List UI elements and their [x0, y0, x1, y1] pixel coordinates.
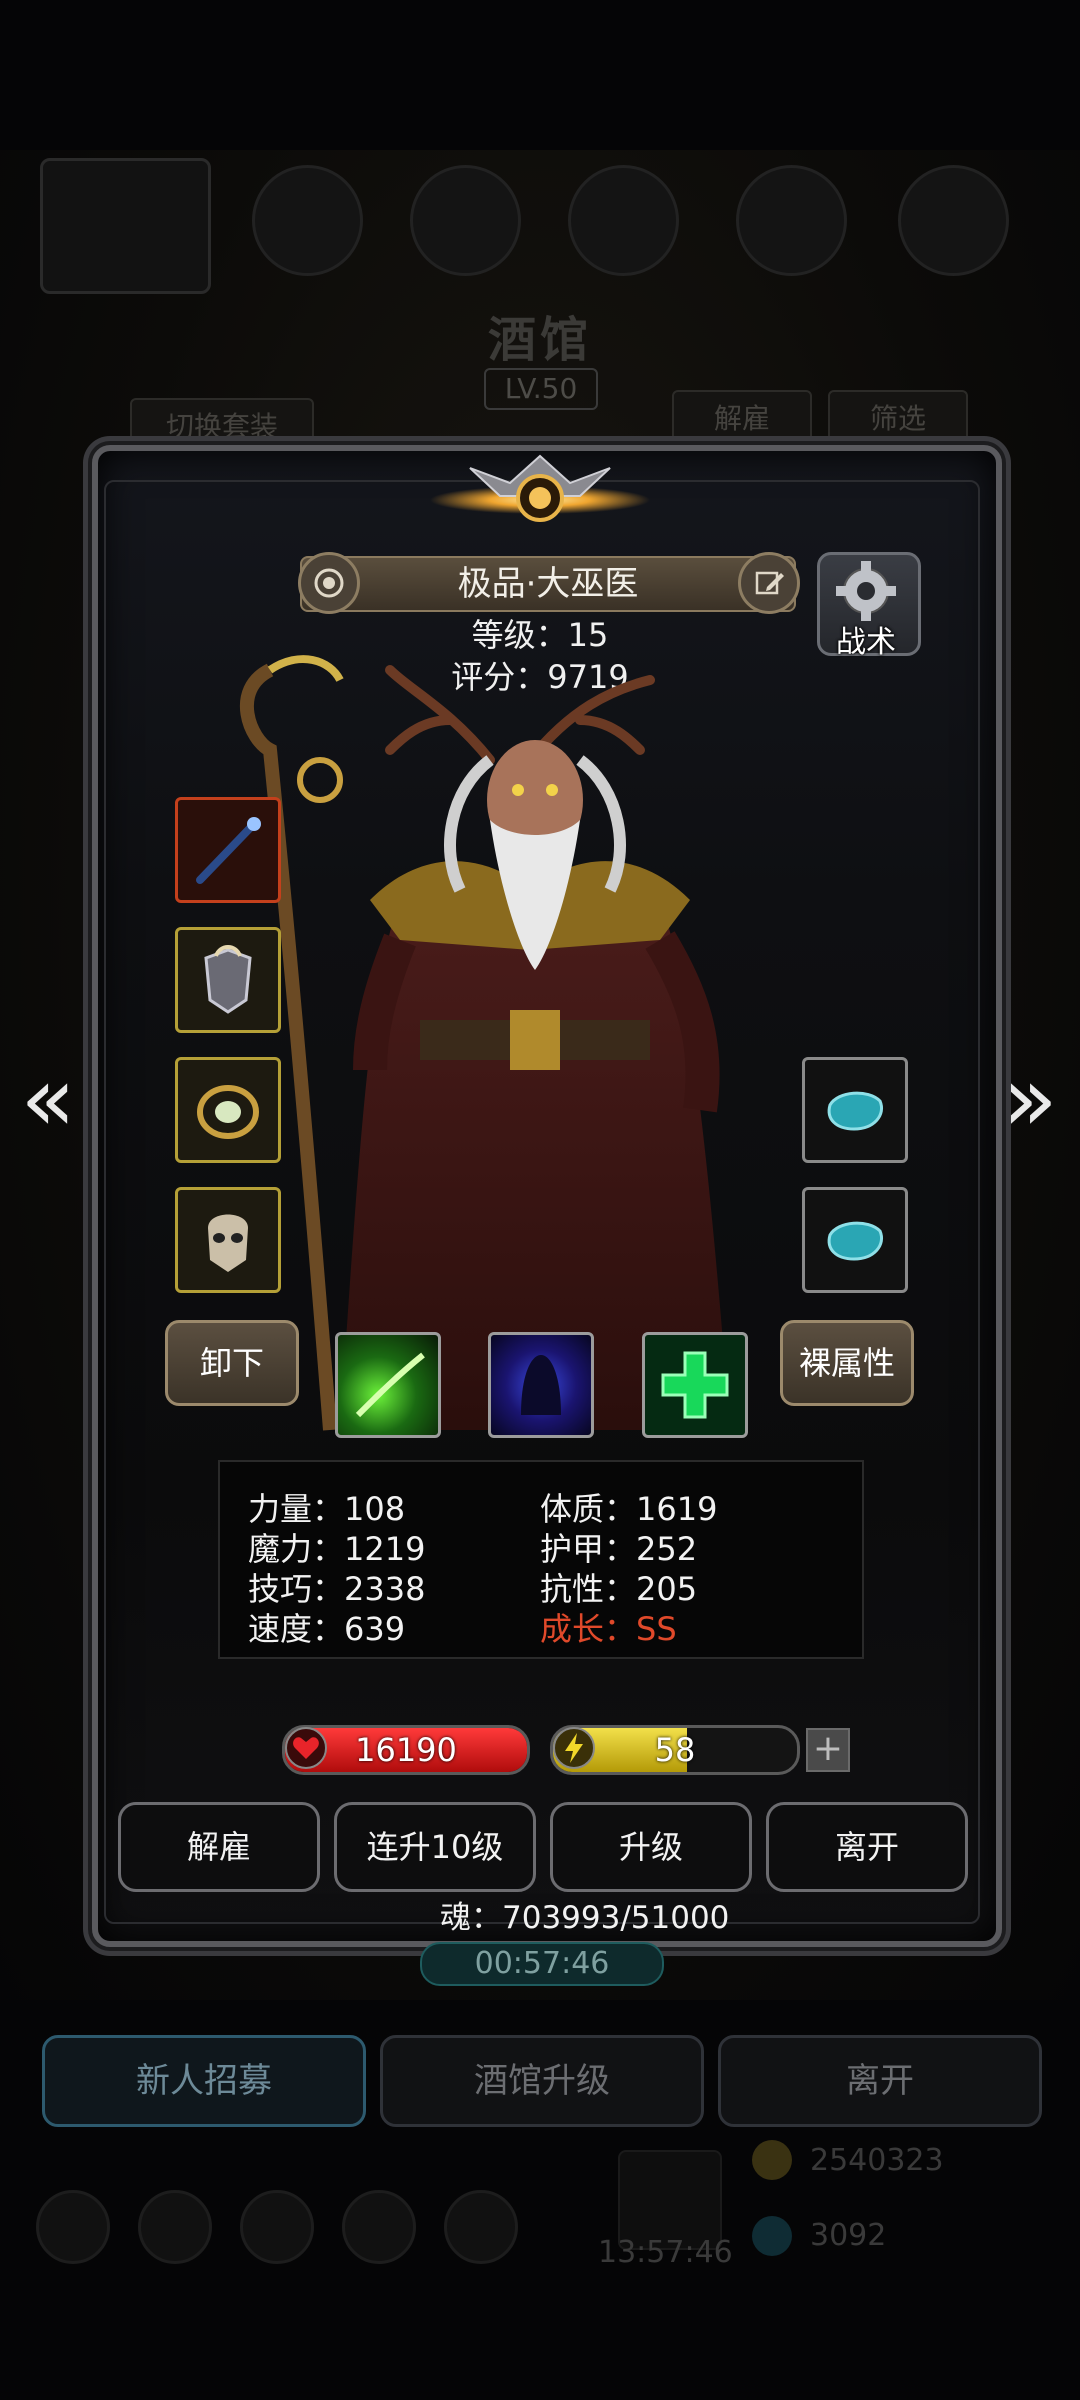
level-up-10-button[interactable]: 连升10级 [334, 1802, 536, 1892]
next-hero-arrow[interactable]: » [1000, 1050, 1060, 1150]
refresh-timer: 00:57:46 [420, 1942, 664, 1986]
add-energy-button[interactable]: + [806, 1728, 850, 1772]
edit-pencil-icon [755, 571, 784, 595]
heart-icon [285, 1727, 327, 1769]
gem-slot-1[interactable] [802, 1057, 908, 1163]
equipment-slot-helmet[interactable] [175, 1187, 281, 1293]
bottom-leave-tab: 离开 [718, 2035, 1042, 2127]
gear-icon [836, 561, 896, 621]
menu-tab-icon [252, 165, 363, 276]
base-attributes-button[interactable]: 裸属性 [780, 1320, 914, 1406]
skill-slot-3[interactable] [642, 1332, 748, 1438]
recruit-tab: 新人招募 [42, 2035, 366, 2127]
medal-icon [314, 568, 344, 598]
previous-hero-arrow[interactable]: « [18, 1050, 78, 1150]
hud-timer: 13:57:46 [598, 2235, 733, 2270]
skill-slot-1[interactable] [335, 1332, 441, 1438]
ring-amulet-icon [197, 1085, 259, 1139]
hud-icon [240, 2190, 314, 2264]
gold-amount: 2540323 [810, 2143, 944, 2178]
unequip-button[interactable]: 卸下 [165, 1320, 299, 1406]
menu-tab-icon [898, 165, 1009, 276]
menu-tab-icon [410, 165, 521, 276]
gem-currency-icon [752, 2216, 792, 2256]
tavern-title: 酒馆 [487, 312, 592, 368]
tavern-upgrade-tab: 酒馆升级 [380, 2035, 704, 2127]
soul-counter: 魂：703993/51000 [440, 1900, 730, 1936]
gem-slot-2[interactable] [802, 1187, 908, 1293]
lightning-icon [553, 1727, 595, 1769]
equipment-slot-ring[interactable] [175, 1057, 281, 1163]
teal-gem-icon [827, 1221, 883, 1261]
player-avatar [40, 158, 211, 294]
skull-mask-icon [208, 1214, 248, 1272]
hero-badge-button[interactable] [298, 552, 360, 614]
menu-tab-icon [568, 165, 679, 276]
hud-icon [36, 2190, 110, 2264]
gold-coin-icon [752, 2140, 792, 2180]
tavern-level: LV.50 [484, 368, 598, 410]
hud-icon [444, 2190, 518, 2264]
dismiss-hero-button[interactable]: 解雇 [118, 1802, 320, 1892]
stat-speed: 速度：639 [248, 1610, 406, 1648]
gem-amount: 3092 [810, 2218, 887, 2253]
teal-gem-icon [827, 1091, 883, 1131]
skill-slot-2[interactable] [488, 1332, 594, 1438]
green-slash-skill-icon [355, 1352, 425, 1418]
equipment-slot-armor[interactable] [175, 927, 281, 1033]
staff-weapon-icon [196, 817, 261, 884]
hero-name: 极品·大巫医 [300, 556, 796, 612]
leave-panel-button[interactable]: 离开 [766, 1802, 968, 1892]
bg-filter-button: 筛选 [828, 390, 968, 448]
menu-tab-icon [736, 165, 847, 276]
hud-icon [342, 2190, 416, 2264]
equipment-slot-weapon[interactable] [175, 797, 281, 903]
heal-cross-icon [661, 1351, 729, 1419]
bg-dismiss-button: 解雇 [672, 390, 812, 448]
stat-growth: 成长：SS [540, 1610, 677, 1648]
hud-icon [138, 2190, 212, 2264]
level-up-button[interactable]: 升级 [550, 1802, 752, 1892]
panel-crest-emblem [430, 454, 650, 522]
rename-button[interactable] [738, 552, 800, 614]
shadow-spirit-skill-icon [521, 1355, 561, 1415]
armor-icon [204, 945, 252, 1014]
